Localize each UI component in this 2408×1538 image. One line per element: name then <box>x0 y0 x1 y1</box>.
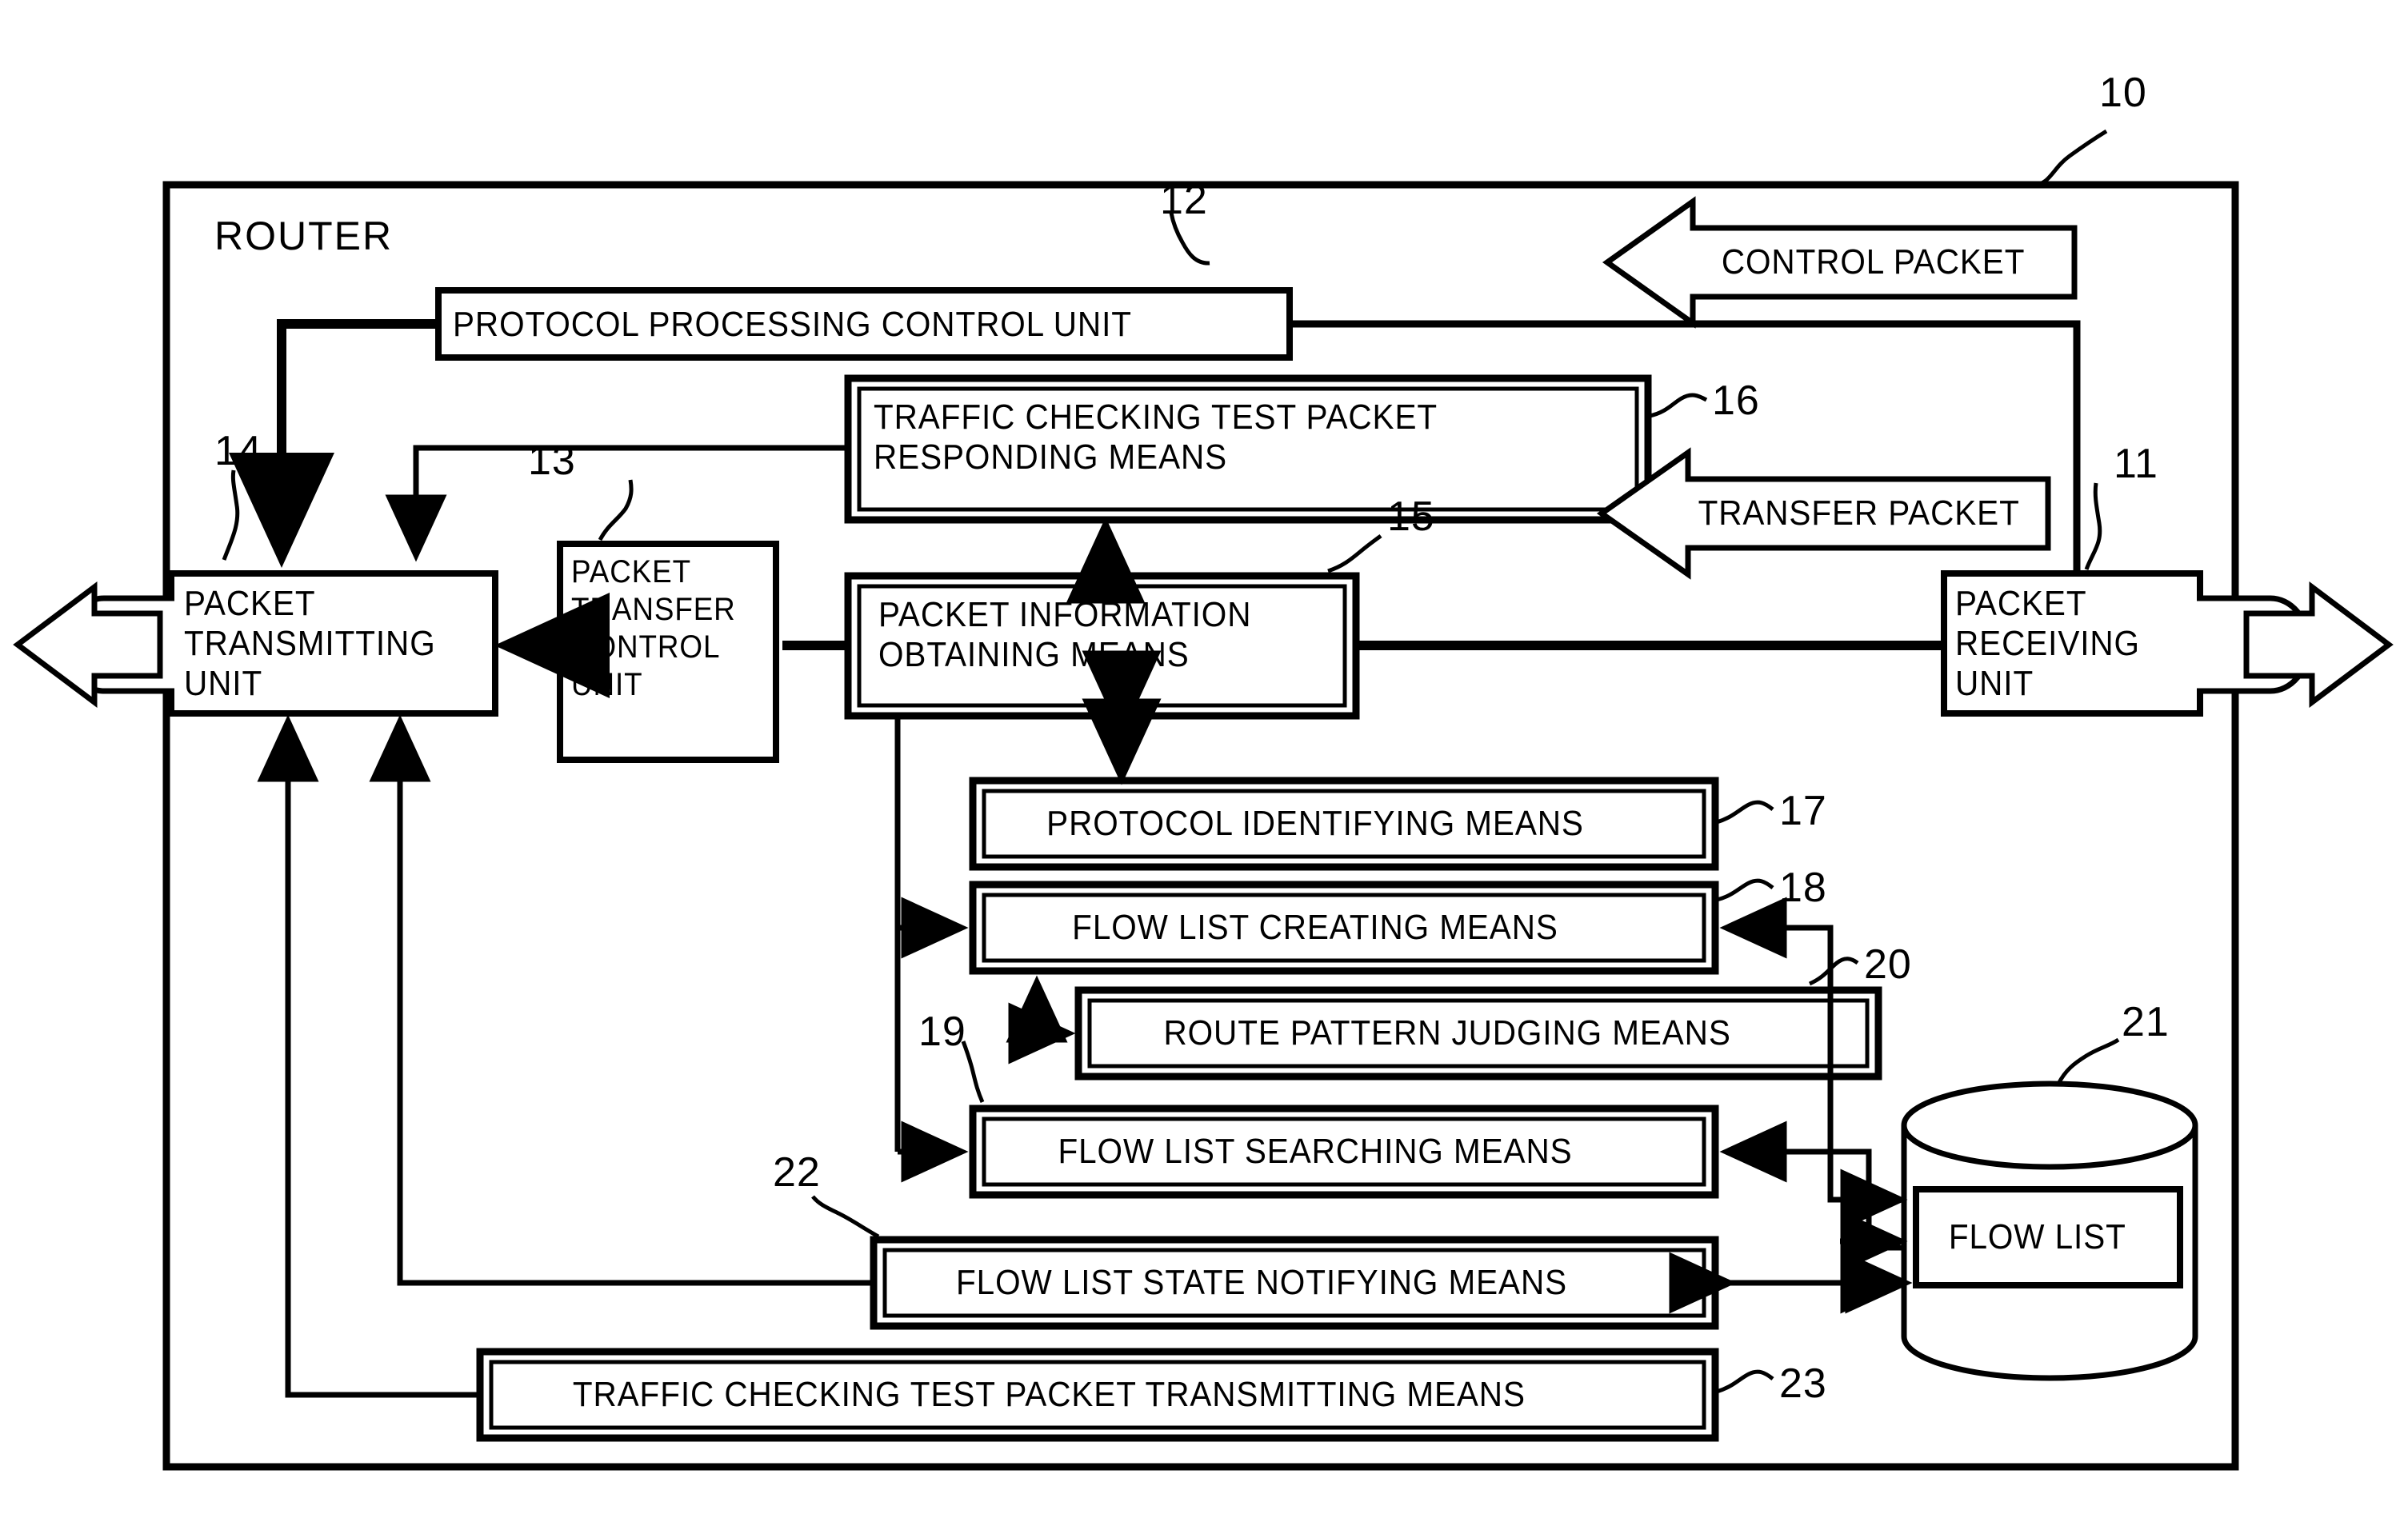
leader-14 <box>222 469 240 561</box>
leader-20 <box>1808 957 1859 986</box>
leader-16 <box>1649 393 1708 418</box>
label-protocol-identifying-means: PROTOCOL IDENTIFYING MEANS <box>1046 804 1584 843</box>
label-transfer-packet-arrow: TRANSFER PACKET <box>1698 493 2020 533</box>
ref-numeral-11: 11 <box>2114 441 2158 487</box>
ref-numeral-23: 23 <box>1779 1360 1827 1407</box>
label-protocol-processing-control-unit: PROTOCOL PROCESSING CONTROL UNIT <box>453 305 1132 344</box>
ref-numeral-22: 22 <box>773 1149 821 1196</box>
label-route-pattern-judging-means: ROUTE PATTERN JUDGING MEANS <box>1163 1013 1731 1053</box>
label-packet-transmitting-unit: PACKET TRANSMITTING UNIT <box>184 584 436 703</box>
leader-23 <box>1716 1369 1774 1394</box>
cylinder-top-flow-list <box>1901 1081 2198 1170</box>
label-control-packet-arrow: CONTROL PACKET <box>1721 242 2026 282</box>
label-packet-receiving-unit: PACKET RECEIVING UNIT <box>1955 584 2140 703</box>
ref-numeral-12: 12 <box>1160 177 1208 223</box>
ref-numeral-20: 20 <box>1864 941 1912 988</box>
link-notify-to-transmit <box>369 714 870 1286</box>
patent-figure-canvas: ROUTER 10 PROTOCOL PROCESSING CONTROL UN… <box>0 0 2408 1538</box>
leader-21 <box>2056 1037 2120 1085</box>
ref-numeral-17: 17 <box>1779 788 1827 834</box>
ref-numeral-16: 16 <box>1712 378 1760 424</box>
link-test-packet-transmit-to-transmit-unit <box>257 714 477 1398</box>
label-flow-list-searching-means: FLOW LIST SEARCHING MEANS <box>1058 1132 1573 1171</box>
label-traffic-checking-test-packet-responding-means: TRAFFIC CHECKING TEST PACKET RESPONDING … <box>874 397 1438 477</box>
leader-18 <box>1716 878 1774 902</box>
leader-11 <box>2084 482 2102 570</box>
router-title: ROUTER <box>214 214 394 258</box>
leader-13 <box>598 479 634 541</box>
label-packet-information-obtaining-means: PACKET INFORMATION OBTAINING MEANS <box>878 595 1252 674</box>
ref-numeral-15: 15 <box>1387 493 1435 540</box>
ref-numeral-21: 21 <box>2122 999 2170 1045</box>
ref-numeral-18: 18 <box>1779 865 1827 911</box>
leader-17 <box>1716 800 1774 825</box>
ref-numeral-19: 19 <box>918 1009 966 1055</box>
label-traffic-checking-test-packet-transmitting-means: TRAFFIC CHECKING TEST PACKET TRANSMITTIN… <box>572 1375 1526 1414</box>
label-flow-list-state-notifying-means: FLOW LIST STATE NOTIFYING MEANS <box>956 1263 1568 1302</box>
ref-numeral-14: 14 <box>214 428 262 474</box>
leader-22 <box>811 1195 880 1239</box>
ref-numeral-13: 13 <box>528 437 576 484</box>
link-responding-to-transmit <box>385 445 848 562</box>
leader-15 <box>1327 533 1382 573</box>
label-flow-list-creating-means: FLOW LIST CREATING MEANS <box>1072 908 1558 947</box>
leader-10 <box>2034 129 2108 187</box>
ref-numeral-10: 10 <box>2099 70 2147 116</box>
label-packet-transfer-control-unit: PACKET TRANSFER CONTROL UNIT <box>571 554 736 702</box>
label-flow-list-store: FLOW LIST <box>1948 1217 2126 1256</box>
